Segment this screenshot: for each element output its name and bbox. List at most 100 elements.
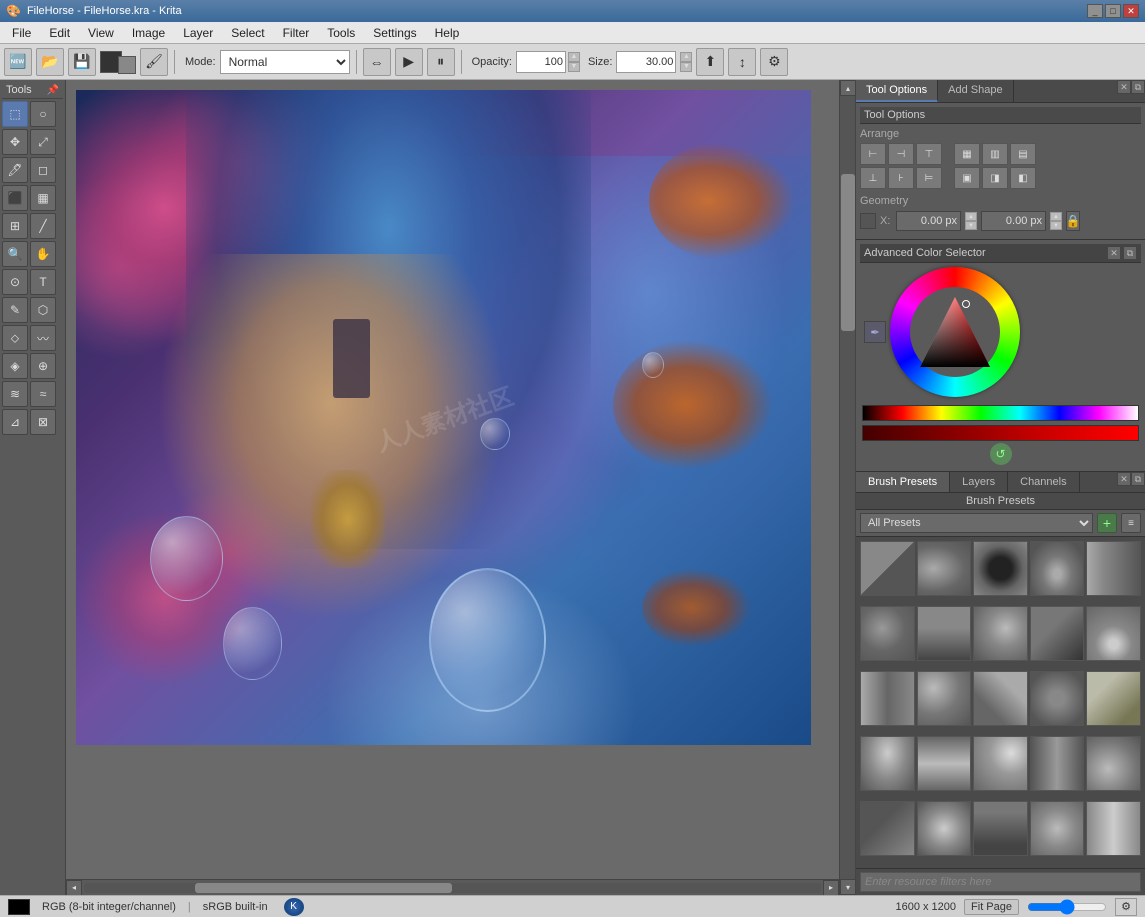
tool-path[interactable]: ✎ (2, 297, 28, 323)
brush-thumb-25[interactable] (1086, 801, 1141, 856)
x-input[interactable] (896, 211, 961, 231)
scroll-thumb-h[interactable] (195, 883, 453, 893)
distribute-6[interactable]: ◧ (1010, 167, 1036, 189)
scroll-down-button[interactable]: ▾ (840, 879, 855, 895)
menu-filter[interactable]: Filter (275, 24, 318, 42)
tool-transform[interactable]: ⤢ (30, 129, 56, 155)
color-triangle-svg[interactable] (915, 292, 995, 372)
tool-smart-patch[interactable]: ◈ (2, 353, 28, 379)
opacity-input[interactable]: 100 (516, 51, 566, 73)
y-input[interactable] (981, 211, 1046, 231)
y-up[interactable]: ▲ (1050, 212, 1062, 221)
tool-contiguous[interactable]: ⬦ (2, 325, 28, 351)
brush-thumb-24[interactable] (1030, 801, 1085, 856)
panel-float-btn[interactable]: ⧉ (1131, 80, 1145, 94)
close-button[interactable]: ✕ (1123, 4, 1139, 18)
color-float-btn[interactable]: ⧉ (1123, 246, 1137, 260)
mode-select[interactable]: Normal (220, 50, 350, 74)
tool-shape[interactable]: ⬡ (30, 297, 56, 323)
tool-line[interactable]: ╱ (30, 213, 56, 239)
distribute-4[interactable]: ▣ (954, 167, 980, 189)
menu-file[interactable]: File (4, 24, 39, 42)
tool-move[interactable]: ✥ (2, 129, 28, 155)
preset-menu-button[interactable]: ≡ (1121, 513, 1141, 533)
mirror-v-button[interactable]: ⬆ (696, 48, 724, 76)
scroll-up-button[interactable]: ▴ (840, 80, 855, 96)
tool-zoom[interactable]: 🔍 (2, 241, 28, 267)
brush-thumb-8[interactable] (973, 606, 1028, 661)
tool-select-rect[interactable]: ⬚ (2, 101, 28, 127)
menu-image[interactable]: Image (124, 24, 173, 42)
tool-measure[interactable]: ⊿ (2, 409, 28, 435)
tab-add-shape[interactable]: Add Shape (938, 80, 1013, 102)
minimize-button[interactable]: _ (1087, 4, 1103, 18)
brush-icon[interactable]: 🖌 (140, 48, 168, 76)
anim-button[interactable]: ⏸ (427, 48, 455, 76)
brush-thumb-4[interactable] (1030, 541, 1085, 596)
tool-fill[interactable]: ⬛ (2, 185, 28, 211)
align-bottom[interactable]: ⊨ (916, 167, 942, 189)
tool-assistant[interactable]: ⊠ (30, 409, 56, 435)
brush-panel-float[interactable]: ⧉ (1131, 472, 1145, 486)
brush-thumb-21[interactable] (860, 801, 915, 856)
align-top[interactable]: ⊥ (860, 167, 886, 189)
menu-settings[interactable]: Settings (365, 24, 424, 42)
menu-select[interactable]: Select (223, 24, 272, 42)
brush-thumb-9[interactable] (1030, 606, 1085, 661)
distribute-1[interactable]: ▦ (954, 143, 980, 165)
scroll-right-button[interactable]: ▸ (823, 880, 839, 896)
color-picker-tool[interactable]: ✒ (864, 321, 886, 343)
brush-thumb-13[interactable] (973, 671, 1028, 726)
tool-freehand[interactable]: 〰 (30, 325, 56, 351)
brush-panel-close[interactable]: ✕ (1117, 472, 1131, 486)
wrap-button[interactable]: ↕ (728, 48, 756, 76)
preset-filter-select[interactable]: All Presets (860, 513, 1093, 533)
brush-thumb-6[interactable] (860, 606, 915, 661)
x-up[interactable]: ▲ (965, 212, 977, 221)
maximize-button[interactable]: □ (1105, 4, 1121, 18)
distribute-2[interactable]: ▥ (982, 143, 1008, 165)
tool-color-picker[interactable]: ⊙ (2, 269, 28, 295)
brush-thumb-2[interactable] (917, 541, 972, 596)
tab-layers[interactable]: Layers (950, 472, 1008, 492)
align-left[interactable]: ⊢ (860, 143, 886, 165)
align-center-h[interactable]: ⊣ (888, 143, 914, 165)
brush-thumb-1[interactable] (860, 541, 915, 596)
tab-channels[interactable]: Channels (1008, 472, 1079, 492)
tool-crop[interactable]: ⊞ (2, 213, 28, 239)
tool-eraser[interactable]: ◻ (30, 157, 56, 183)
hue-bar[interactable] (862, 405, 1139, 421)
y-down[interactable]: ▼ (1050, 221, 1062, 230)
brush-thumb-5[interactable] (1086, 541, 1141, 596)
active-color-bar[interactable] (862, 425, 1139, 441)
tool-clone[interactable]: ⊕ (30, 353, 56, 379)
brush-thumb-15[interactable] (1086, 671, 1141, 726)
tool-brush[interactable]: 🖊 (2, 157, 28, 183)
align-right[interactable]: ⊤ (916, 143, 942, 165)
preset-add-button[interactable]: + (1097, 513, 1117, 533)
distribute-5[interactable]: ◨ (982, 167, 1008, 189)
brush-thumb-19[interactable] (1030, 736, 1085, 791)
refresh-color-button[interactable]: ↺ (990, 443, 1012, 465)
resource-filter-input[interactable] (860, 872, 1141, 892)
menu-layer[interactable]: Layer (175, 24, 221, 42)
menu-edit[interactable]: Edit (41, 24, 78, 42)
statusbar-settings[interactable]: ⚙ (1115, 898, 1137, 916)
size-input[interactable]: 30.00 (616, 51, 676, 73)
lock-aspect[interactable]: 🔒 (1066, 211, 1080, 231)
menu-tools[interactable]: Tools (319, 24, 363, 42)
brush-thumb-22[interactable] (917, 801, 972, 856)
tool-smudge[interactable]: ≈ (30, 381, 56, 407)
canvas-image[interactable]: 人人素材社区 (76, 90, 811, 745)
toolbox-float-btn[interactable]: 📌 (47, 85, 59, 96)
panel-close-btn[interactable]: ✕ (1117, 80, 1131, 94)
mirror-h-button[interactable]: ⇔ (363, 48, 391, 76)
scroll-thumb-v[interactable] (841, 174, 855, 331)
color-swatch-bg[interactable] (118, 56, 136, 74)
tool-blur[interactable]: ≋ (2, 381, 28, 407)
align-center-v[interactable]: ⊦ (888, 167, 914, 189)
scroll-left-button[interactable]: ◂ (66, 880, 82, 896)
brush-thumb-20[interactable] (1086, 736, 1141, 791)
tab-tool-options[interactable]: Tool Options (856, 80, 938, 102)
brush-thumb-17[interactable] (917, 736, 972, 791)
